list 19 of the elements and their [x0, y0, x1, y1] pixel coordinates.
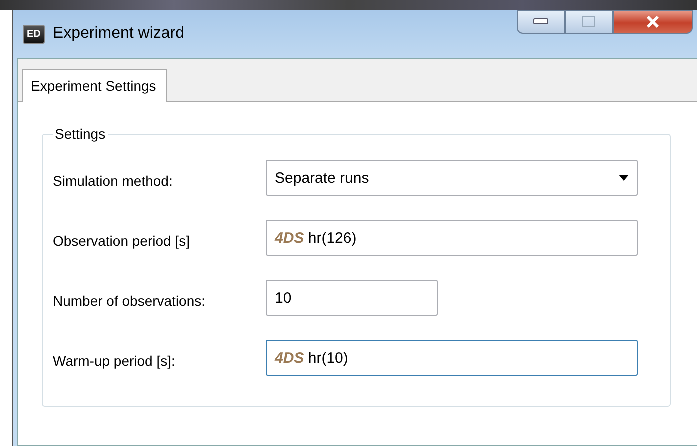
minimize-icon — [533, 18, 549, 26]
caret-icon — [619, 175, 629, 181]
maximize-icon — [582, 16, 596, 28]
tab[interactable]: Experiment Settings — [22, 69, 168, 102]
field-label: Warm-up period [s]: — [53, 352, 176, 369]
field-label: Observation period [s] — [53, 232, 191, 249]
input-field[interactable]: 4DS hr(10) — [266, 340, 638, 376]
field-label: Simulation method: — [53, 172, 174, 189]
app-icon: ED — [23, 24, 45, 44]
input-field[interactable]: 4DS hr(126) — [266, 220, 638, 256]
minimize-button[interactable] — [517, 10, 565, 34]
group-title: Settings — [54, 126, 107, 142]
dropdown-field[interactable]: Separate runs — [266, 160, 638, 196]
close-button[interactable] — [613, 10, 693, 34]
input-field[interactable]: 10 — [266, 280, 438, 316]
close-icon — [645, 15, 661, 29]
window-title: Experiment wizard — [52, 25, 185, 43]
field-label: Number of observations: — [53, 292, 207, 309]
maximize-button[interactable] — [565, 10, 613, 34]
